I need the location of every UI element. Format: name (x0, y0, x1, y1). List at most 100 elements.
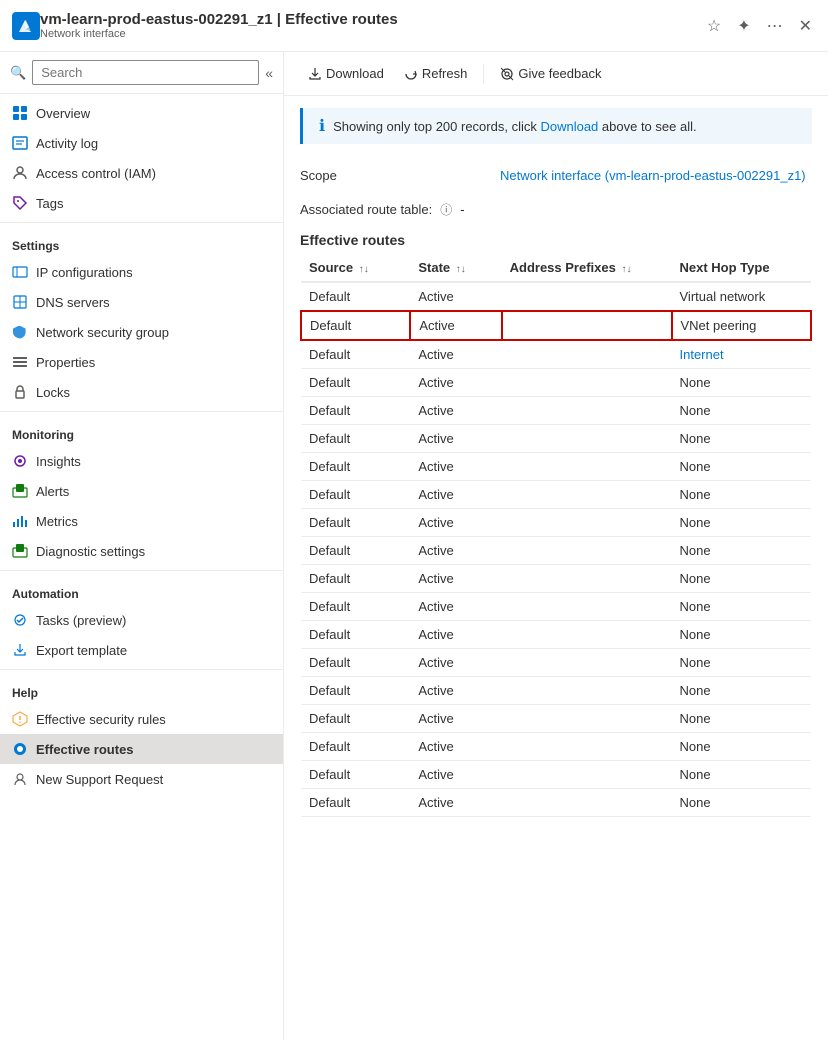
table-header: Source ↑↓ State ↑↓ Address Prefixes ↑↓ (301, 254, 811, 282)
sidebar-item-label: Insights (36, 454, 81, 469)
table-row[interactable]: DefaultActiveNone (301, 425, 811, 453)
more-button[interactable]: ⋯ (763, 12, 787, 40)
close-button[interactable]: ✕ (795, 12, 816, 40)
pin-button[interactable]: ☆ (703, 12, 725, 40)
table-row[interactable]: DefaultActiveNone (301, 397, 811, 425)
cell-next-hop-type: None (672, 537, 812, 565)
cell-address-prefixes (502, 621, 672, 649)
security-rules-icon (12, 711, 28, 727)
cell-source: Default (301, 282, 410, 311)
sidebar-item-dns-servers[interactable]: DNS servers (0, 287, 283, 317)
info-icon: ℹ (319, 116, 325, 136)
cell-source: Default (301, 565, 410, 593)
refresh-button[interactable]: Refresh (396, 62, 476, 85)
table-row[interactable]: DefaultActiveNone (301, 593, 811, 621)
table-row[interactable]: DefaultActiveNone (301, 481, 811, 509)
sidebar-item-label: Alerts (36, 484, 69, 499)
cell-state: Active (410, 282, 501, 311)
cell-address-prefixes (502, 282, 672, 311)
help-divider (0, 669, 283, 670)
sidebar-item-tasks-preview[interactable]: Tasks (preview) (0, 605, 283, 635)
diagnostic-icon (12, 543, 28, 559)
sidebar: 🔍 « Overview Activity log (0, 52, 284, 1040)
locks-icon (12, 384, 28, 400)
settings-section-header: Settings (0, 227, 283, 257)
main-layout: 🔍 « Overview Activity log (0, 52, 828, 1040)
metrics-icon (12, 513, 28, 529)
download-link[interactable]: Download (540, 119, 598, 134)
table-row[interactable]: DefaultActiveNone (301, 509, 811, 537)
cell-source: Default (301, 761, 410, 789)
cell-next-hop-type: None (672, 789, 812, 817)
sidebar-item-label: Effective security rules (36, 712, 166, 727)
sidebar-item-new-support-request[interactable]: New Support Request (0, 764, 283, 794)
sort-state-icon[interactable]: ↑↓ (456, 264, 466, 275)
sidebar-item-network-security-group[interactable]: Network security group (0, 317, 283, 347)
table-row[interactable]: DefaultActiveNone (301, 453, 811, 481)
favorite-button[interactable]: ✦ (733, 12, 754, 40)
search-input[interactable] (32, 60, 259, 85)
cell-state: Active (410, 649, 501, 677)
cell-address-prefixes (502, 733, 672, 761)
tasks-icon (12, 612, 28, 628)
table-row[interactable]: DefaultActiveVirtual network (301, 282, 811, 311)
sidebar-item-effective-routes[interactable]: Effective routes (0, 734, 283, 764)
sidebar-item-activity-log[interactable]: Activity log (0, 128, 283, 158)
download-button[interactable]: Download (300, 62, 392, 85)
sort-source-icon[interactable]: ↑↓ (359, 264, 369, 275)
settings-divider (0, 222, 283, 223)
cell-state: Active (410, 705, 501, 733)
sidebar-item-alerts[interactable]: Alerts (0, 476, 283, 506)
sidebar-item-insights[interactable]: Insights (0, 446, 283, 476)
nsg-icon (12, 324, 28, 340)
tags-icon (12, 195, 28, 211)
cell-address-prefixes (502, 537, 672, 565)
sidebar-item-tags[interactable]: Tags (0, 188, 283, 218)
monitoring-section-header: Monitoring (0, 416, 283, 446)
table-row[interactable]: DefaultActiveNone (301, 369, 811, 397)
sidebar-item-diagnostic-settings[interactable]: Diagnostic settings (0, 536, 283, 566)
sidebar-item-locks[interactable]: Locks (0, 377, 283, 407)
cell-source: Default (301, 537, 410, 565)
sidebar-item-access-control[interactable]: Access control (IAM) (0, 158, 283, 188)
table-row[interactable]: DefaultActiveInternet (301, 340, 811, 369)
sidebar-item-export-template[interactable]: Export template (0, 635, 283, 665)
sidebar-item-effective-security-rules[interactable]: Effective security rules (0, 704, 283, 734)
table-row[interactable]: DefaultActiveVNet peering (301, 311, 811, 340)
sidebar-item-label: Overview (36, 106, 90, 121)
cell-state: Active (410, 340, 501, 369)
cell-state: Active (410, 621, 501, 649)
header-title-block: vm-learn-prod-eastus-002291_z1 | Effecti… (40, 11, 703, 40)
sidebar-item-label: Properties (36, 355, 95, 370)
scope-value: Network interface (vm-learn-prod-eastus-… (500, 168, 806, 183)
cell-state: Active (410, 593, 501, 621)
sidebar-item-overview[interactable]: Overview (0, 98, 283, 128)
assoc-label: Associated route table: (300, 202, 432, 217)
table-row[interactable]: DefaultActiveNone (301, 733, 811, 761)
table-row[interactable]: DefaultActiveNone (301, 705, 811, 733)
table-row[interactable]: DefaultActiveNone (301, 621, 811, 649)
cell-next-hop-type: VNet peering (672, 311, 812, 340)
cell-address-prefixes (502, 789, 672, 817)
automation-divider (0, 570, 283, 571)
sidebar-item-metrics[interactable]: Metrics (0, 506, 283, 536)
table-row[interactable]: DefaultActiveNone (301, 649, 811, 677)
table-row[interactable]: DefaultActiveNone (301, 789, 811, 817)
cell-next-hop-type: None (672, 397, 812, 425)
sidebar-item-label: Metrics (36, 514, 78, 529)
cell-source: Default (301, 621, 410, 649)
table-row[interactable]: DefaultActiveNone (301, 565, 811, 593)
table-row[interactable]: DefaultActiveNone (301, 537, 811, 565)
sidebar-item-ip-configurations[interactable]: IP configurations (0, 257, 283, 287)
cell-state: Active (410, 677, 501, 705)
sidebar-item-properties[interactable]: Properties (0, 347, 283, 377)
table-row[interactable]: DefaultActiveNone (301, 761, 811, 789)
feedback-button[interactable]: Give feedback (492, 62, 609, 85)
cell-next-hop-type: None (672, 565, 812, 593)
table-row[interactable]: DefaultActiveNone (301, 677, 811, 705)
sort-address-icon[interactable]: ↑↓ (621, 264, 631, 275)
col-header-source: Source ↑↓ (301, 254, 410, 282)
collapse-sidebar-button[interactable]: « (265, 65, 273, 81)
cell-address-prefixes (502, 481, 672, 509)
help-icon[interactable]: ⓘ (440, 201, 452, 218)
